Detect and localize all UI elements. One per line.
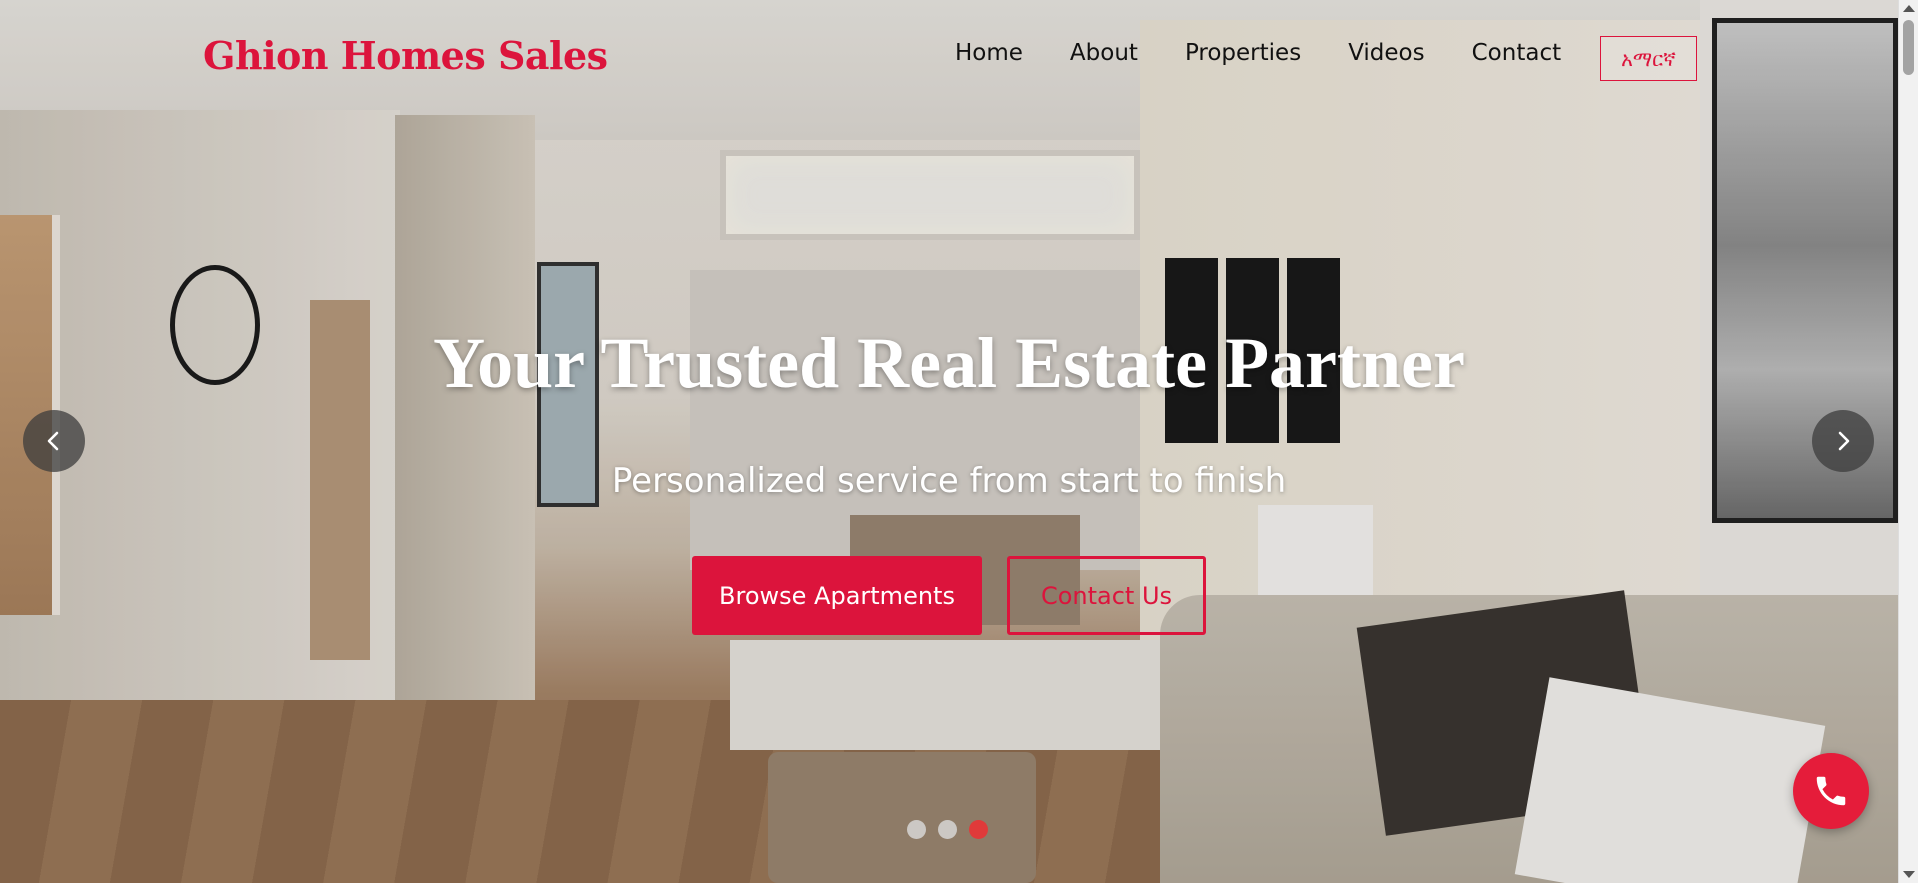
- scroll-thumb[interactable]: [1903, 20, 1914, 75]
- carousel-indicators: [907, 820, 988, 839]
- carousel-dot-3[interactable]: [969, 820, 988, 839]
- brand-logo[interactable]: Ghion Homes Sales: [203, 33, 608, 78]
- hero-subtitle: Personalized service from start to finis…: [611, 461, 1287, 501]
- carousel-dot-1[interactable]: [907, 820, 926, 839]
- nav-properties[interactable]: Properties: [1185, 40, 1301, 66]
- language-toggle-button[interactable]: አማርኛ: [1600, 36, 1697, 81]
- chevron-right-icon: [1838, 431, 1850, 451]
- scroll-up-arrow-icon[interactable]: [1903, 5, 1915, 12]
- main-nav: Home About Properties Videos Contact: [955, 40, 1608, 66]
- carousel-dot-2[interactable]: [938, 820, 957, 839]
- hero-overlay: [0, 0, 1898, 883]
- nav-videos[interactable]: Videos: [1348, 40, 1424, 66]
- carousel-next-button[interactable]: [1812, 410, 1874, 472]
- nav-about[interactable]: About: [1070, 40, 1138, 66]
- nav-contact[interactable]: Contact: [1472, 40, 1561, 66]
- contact-us-button[interactable]: Contact Us: [1007, 556, 1206, 635]
- hero-slide-background: [0, 0, 1898, 883]
- carousel-prev-button[interactable]: [23, 410, 85, 472]
- nav-home[interactable]: Home: [955, 40, 1023, 66]
- hero-title: Your Trusted Real Estate Partner: [433, 323, 1465, 403]
- phone-icon: [1816, 776, 1846, 806]
- chevron-left-icon: [47, 431, 59, 451]
- page-scrollbar[interactable]: [1898, 0, 1918, 883]
- browse-apartments-button[interactable]: Browse Apartments: [692, 556, 982, 635]
- call-button[interactable]: [1793, 753, 1869, 829]
- scroll-down-arrow-icon[interactable]: [1903, 871, 1915, 878]
